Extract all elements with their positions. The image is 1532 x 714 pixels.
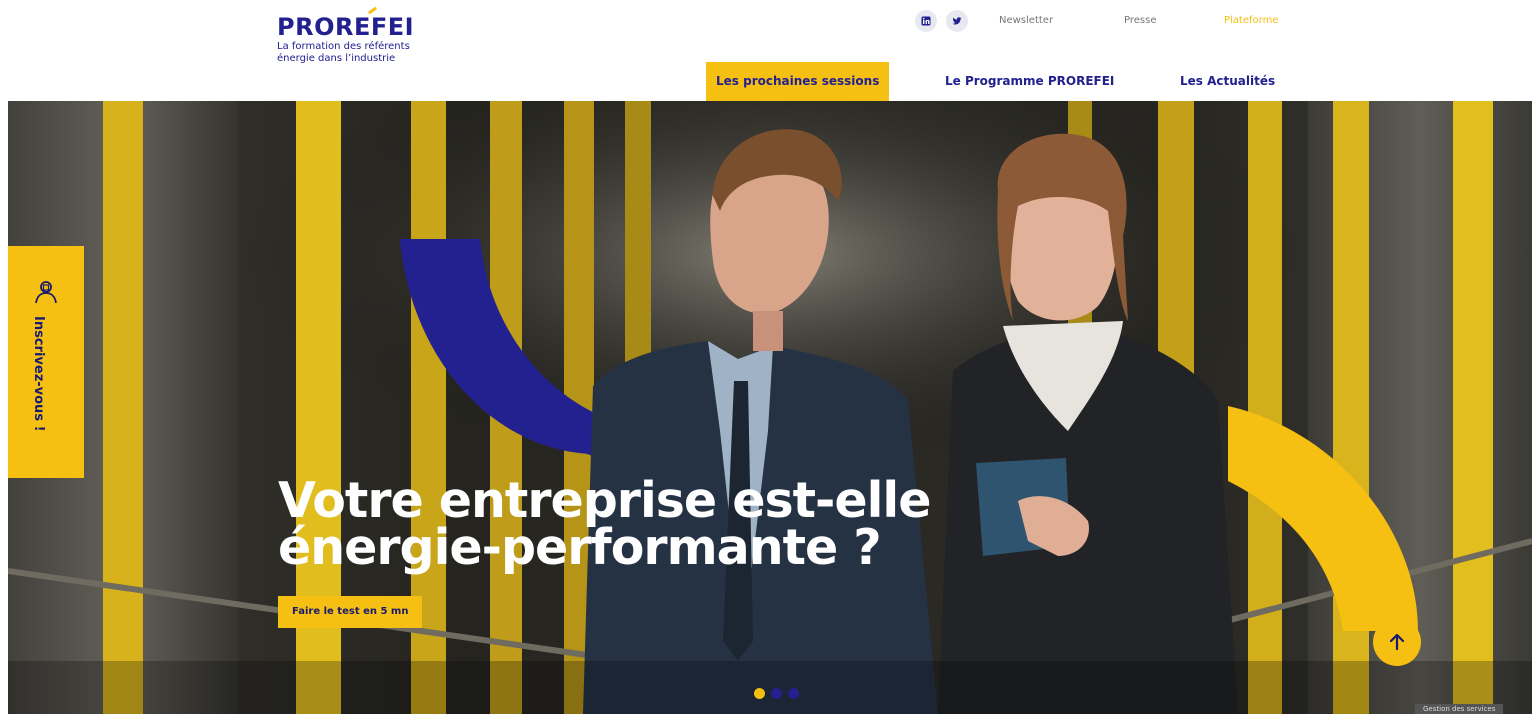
newsletter-link[interactable]: Newsletter — [999, 15, 1053, 26]
register-side-tab[interactable]: Inscrivez-vous ! — [8, 246, 84, 478]
user-icon — [35, 281, 57, 304]
twitter-icon[interactable] — [946, 10, 968, 32]
linkedin-icon[interactable] — [915, 10, 937, 32]
nav-item-actualites[interactable]: Les Actualités — [1180, 62, 1275, 101]
logo-tagline-line2: énergie dans l’industrie — [277, 53, 396, 64]
register-label: Inscrivez-vous ! — [31, 316, 46, 432]
cookie-management-button[interactable]: Gestion des services — [1415, 704, 1504, 714]
hero-title-line2: énergie-performante ? — [278, 519, 882, 576]
hero-banner: Votre entreprise est-elle énergie-perfor… — [8, 101, 1532, 714]
hero-background-photo — [8, 101, 1532, 714]
logo-title-text: PROREFEI — [277, 13, 415, 41]
slider-dot-2[interactable] — [771, 688, 782, 699]
slider-dot-1[interactable] — [754, 688, 765, 699]
top-bar: Newsletter Presse Plateforme — [915, 9, 1278, 33]
hero-title-line1: Votre entreprise est-elle — [278, 472, 931, 529]
slider-dot-3[interactable] — [788, 688, 799, 699]
site-header: PROREFEI La formation des référents éner… — [0, 0, 1532, 101]
arrow-up-icon — [1389, 633, 1405, 651]
scroll-top-button[interactable] — [1373, 618, 1421, 666]
presse-link[interactable]: Presse — [1124, 15, 1156, 26]
slider-dots — [754, 688, 805, 699]
hero-title: Votre entreprise est-elle énergie-perfor… — [278, 472, 931, 576]
nav-item-sessions[interactable]: Les prochaines sessions — [706, 62, 890, 101]
test-cta-button[interactable]: Faire le test en 5 mn — [278, 596, 423, 628]
site-logo[interactable]: PROREFEI La formation des référents éner… — [277, 6, 415, 64]
logo-tagline-line1: La formation des référents — [277, 41, 410, 52]
nav-item-programme[interactable]: Le Programme PROREFEI — [945, 62, 1114, 101]
logo-title: PROREFEI — [277, 6, 415, 41]
plateforme-link[interactable]: Plateforme — [1224, 15, 1278, 26]
